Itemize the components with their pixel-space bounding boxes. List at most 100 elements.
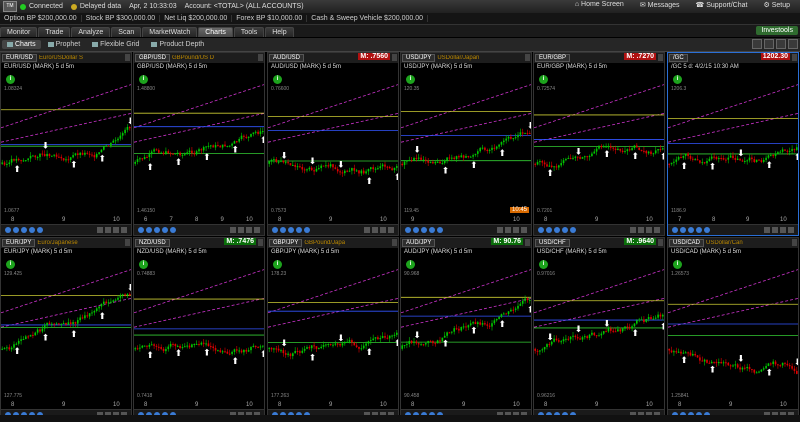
tab-marketwatch[interactable]: MarketWatch <box>142 27 198 37</box>
zoom-icon[interactable] <box>688 227 694 233</box>
drawing-tool-icon[interactable] <box>372 227 378 233</box>
symbol-field[interactable]: USD/JPY <box>402 54 436 62</box>
drawing-tool-icon[interactable] <box>380 227 386 233</box>
messages-button[interactable]: ✉ Messages <box>640 1 680 9</box>
drawing-tool-icon[interactable] <box>630 227 636 233</box>
chart-panel-gc[interactable]: /GC 1202.30 ⬆ ⬆ ⬇ ⬆ ⬆ /GC 5 d: 4/2/15 10:30 AM i… <box>667 52 799 236</box>
drawing-tool-icon[interactable] <box>505 227 511 233</box>
chart-panel-audusd[interactable]: AUD/USD M: .7560 ⬇ ⬇ ⬇ ⬆ ⬆ AUD/USD (MARK) 5 d 5… <box>267 52 399 236</box>
drawing-tool-icon[interactable] <box>780 227 786 233</box>
chart-panel-eurgbp[interactable]: EUR/GBP M: .7270 ⬆ ⬇ ⬆ ⬆ ⬆ EUR/GBP (MARK) 5 d 5… <box>533 52 665 236</box>
chart-panel-gbpusd[interactable]: GBP/USDGBPound/US D ⬆ ⬆ ⬆ ⬆ ⬆ GBP/USD (MARK) 5… <box>133 52 265 236</box>
drawing-tool-icon[interactable] <box>788 227 794 233</box>
zoom-icon[interactable] <box>146 227 152 233</box>
chart-panel-eurjpy[interactable]: EUR/JPYEuro/Japanese ⬆ ⬆ ⬆ ⬆ ⬇ EUR/JPY (MARK) … <box>0 237 132 421</box>
panel-menu-icon[interactable] <box>392 239 397 246</box>
zoom-icon[interactable] <box>546 227 552 233</box>
subtab-product-depth[interactable]: Product Depth <box>146 40 209 49</box>
symbol-field[interactable]: EUR/USD <box>2 54 38 62</box>
zoom-icon[interactable] <box>696 227 702 233</box>
tab-help[interactable]: Help <box>265 27 294 37</box>
zoom-icon[interactable] <box>288 227 294 233</box>
subtab-prophet[interactable]: Prophet <box>43 40 86 49</box>
info-icon[interactable]: i <box>539 260 548 269</box>
panel-menu-icon[interactable] <box>392 54 397 61</box>
zoom-icon[interactable] <box>304 227 310 233</box>
info-icon[interactable]: i <box>273 75 282 84</box>
drawing-tool-icon[interactable] <box>254 227 260 233</box>
chart-panel-usdcad[interactable]: USD/CADUSDollar/Can ⬆ ⬆ ⬇ ⬆ ⬇ USD/CAD (MARK) 5… <box>667 237 799 421</box>
panel-menu-icon[interactable] <box>258 54 263 61</box>
zoom-icon[interactable] <box>21 227 27 233</box>
zoom-icon[interactable] <box>272 227 278 233</box>
symbol-field[interactable]: USD/CAD <box>669 239 705 247</box>
chart-panel-usdjpy[interactable]: USD/JPYUSDollar/Japan ⬇ ⬆ ⬆ ⬆ ⬇ USD/JPY (MARK)… <box>400 52 532 236</box>
drawing-tool-icon[interactable] <box>638 227 644 233</box>
symbol-field[interactable]: GBP/JPY <box>269 239 303 247</box>
drawing-tool-icon[interactable] <box>513 227 519 233</box>
panel-menu-icon[interactable] <box>658 54 663 61</box>
symbol-field[interactable]: AUD/JPY <box>402 239 436 247</box>
zoom-icon[interactable] <box>680 227 686 233</box>
drawing-tool-icon[interactable] <box>238 227 244 233</box>
zoom-icon[interactable] <box>429 227 435 233</box>
zoom-icon[interactable] <box>5 227 11 233</box>
setup-button[interactable]: ⚙ Setup <box>763 1 790 9</box>
info-icon[interactable]: i <box>673 260 682 269</box>
panel-menu-icon[interactable] <box>525 239 530 246</box>
tab-scan[interactable]: Scan <box>111 27 142 37</box>
zoom-icon[interactable] <box>405 227 411 233</box>
price-chart[interactable]: ⬇ ⬆ ⬆ ⬆ ⬇ <box>401 63 531 217</box>
drawing-tool-icon[interactable] <box>646 227 652 233</box>
zoom-icon[interactable] <box>29 227 35 233</box>
info-icon[interactable]: i <box>6 260 15 269</box>
investools-button[interactable]: Investools <box>756 26 798 35</box>
zoom-icon[interactable] <box>37 227 43 233</box>
info-icon[interactable]: i <box>406 260 415 269</box>
chart-panel-nzdusd[interactable]: NZD/USD M: .7476 ⬆ ⬆ ⬆ ⬆ ⬆ NZD/USD (MARK) 5 d 5… <box>133 237 265 421</box>
panel-menu-icon[interactable] <box>792 54 797 61</box>
info-icon[interactable]: i <box>6 75 15 84</box>
zoom-icon[interactable] <box>538 227 544 233</box>
info-icon[interactable]: i <box>139 260 148 269</box>
zoom-icon[interactable] <box>170 227 176 233</box>
panel-menu-icon[interactable] <box>525 54 530 61</box>
symbol-field[interactable]: EUR/JPY <box>2 239 36 247</box>
tab-tools[interactable]: Tools <box>233 27 265 37</box>
symbol-field[interactable]: GBP/USD <box>135 54 171 62</box>
settings-icon[interactable] <box>776 39 786 49</box>
tab-monitor[interactable]: Monitor <box>0 27 38 37</box>
zoom-icon[interactable] <box>162 227 168 233</box>
zoom-icon[interactable] <box>437 227 443 233</box>
info-icon[interactable]: i <box>406 75 415 84</box>
window-icon[interactable] <box>788 39 798 49</box>
zoom-icon[interactable] <box>138 227 144 233</box>
zoom-icon[interactable] <box>13 227 19 233</box>
symbol-field[interactable]: AUD/USD <box>269 54 305 62</box>
price-chart[interactable]: ⬇ ⬆ ⬇ ⬆ ⬆ <box>268 248 398 402</box>
drawing-tool-icon[interactable] <box>230 227 236 233</box>
zoom-icon[interactable] <box>413 227 419 233</box>
zoom-icon[interactable] <box>296 227 302 233</box>
drawing-tool-icon[interactable] <box>246 227 252 233</box>
support-chat-button[interactable]: ☎ Support/Chat <box>696 1 748 9</box>
account-selector[interactable]: Account: <TOTAL> (ALL ACCOUNTS) <box>185 3 304 10</box>
symbol-field[interactable]: EUR/GBP <box>535 54 571 62</box>
drawing-tool-icon[interactable] <box>364 227 370 233</box>
info-icon[interactable]: i <box>273 260 282 269</box>
tab-analyze[interactable]: Analyze <box>71 27 111 37</box>
drawing-tool-icon[interactable] <box>388 227 394 233</box>
chart-panel-gbpjpy[interactable]: GBP/JPYGBPound/Japa ⬇ ⬆ ⬇ ⬆ ⬆ GBP/JPY (MARK) 5… <box>267 237 399 421</box>
tab-trade[interactable]: Trade <box>38 27 71 37</box>
panel-menu-icon[interactable] <box>258 239 263 246</box>
info-icon[interactable]: i <box>139 75 148 84</box>
home-screen-button[interactable]: ⌂ Home Screen <box>575 1 624 9</box>
drawing-tool-icon[interactable] <box>97 227 103 233</box>
chart-panel-usdchf[interactable]: USD/CHF M: .9640 ⬇ ⬇ ⬇ ⬆ ⬆ USD/CHF (MARK) 5 d 5… <box>533 237 665 421</box>
drawing-tool-icon[interactable] <box>105 227 111 233</box>
symbol-field[interactable]: USD/CHF <box>535 239 570 247</box>
layout-icon[interactable] <box>752 39 762 49</box>
tab-charts[interactable]: Charts <box>198 27 233 37</box>
drawing-tool-icon[interactable] <box>121 227 127 233</box>
price-chart[interactable]: ⬇ ⬆ ⬆ ⬆ ⬆ <box>401 248 531 402</box>
